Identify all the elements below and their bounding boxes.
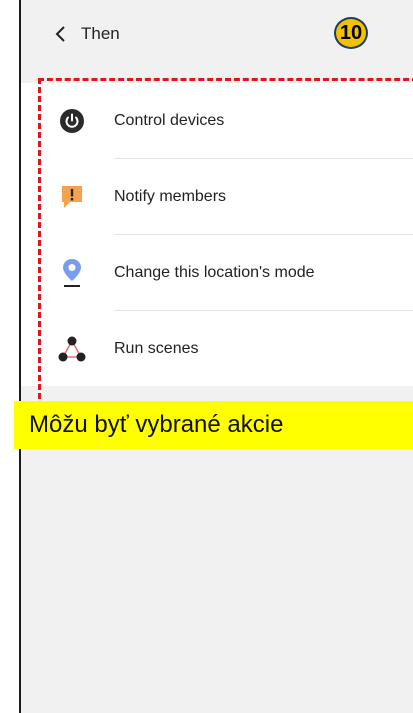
list-item-run-scenes[interactable]: Run scenes <box>21 311 413 387</box>
list-item-label: Notify members <box>114 188 227 205</box>
chevron-left-icon <box>55 26 65 42</box>
actions-list: Control devices Notify members Change th… <box>21 83 413 386</box>
list-item-notify-members[interactable]: Notify members <box>21 159 413 235</box>
step-number-badge: 10 <box>334 17 368 49</box>
list-item-change-location-mode[interactable]: Change this location's mode <box>21 235 413 311</box>
list-item-label: Change this location's mode <box>114 264 315 281</box>
list-item-label: Run scenes <box>114 340 199 357</box>
phone-screen: Then Control devices Notify members Chan… <box>19 0 413 713</box>
back-button[interactable] <box>47 20 75 48</box>
annotation-caption: Môžu byť vybrané akcie <box>14 401 413 449</box>
notification-icon <box>57 182 87 212</box>
list-item-label: Control devices <box>114 112 225 129</box>
location-pin-icon <box>57 258 87 288</box>
power-icon <box>57 106 87 136</box>
page-title: Then <box>81 24 120 43</box>
list-item-control-devices[interactable]: Control devices <box>21 83 413 159</box>
scenes-icon <box>57 334 87 364</box>
